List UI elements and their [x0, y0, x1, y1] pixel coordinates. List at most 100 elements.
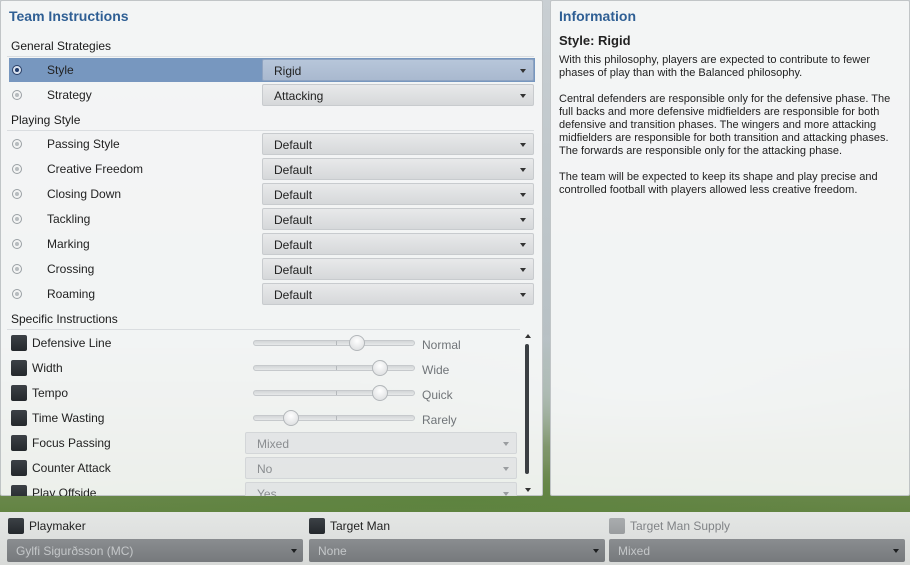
marking-dropdown[interactable]: Default — [262, 233, 534, 255]
strategy-row-style[interactable]: Style Rigid — [9, 58, 535, 82]
row-label: Closing Down — [47, 187, 122, 201]
radio-icon[interactable] — [12, 289, 22, 299]
radio-icon[interactable] — [12, 264, 22, 274]
time-wasting-slider[interactable] — [253, 410, 415, 426]
chevron-down-icon — [893, 549, 899, 553]
tackling-dropdown[interactable]: Default — [262, 208, 534, 230]
roaming-dropdown[interactable]: Default — [262, 283, 534, 305]
style-dropdown[interactable]: Rigid — [262, 59, 534, 81]
playing-style-heading: Playing Style — [11, 113, 81, 127]
slider-row-defensive-line: Defensive Line Normal — [9, 331, 517, 355]
scroll-up-icon[interactable] — [525, 334, 531, 338]
row-label: Tackling — [47, 212, 91, 226]
target-man-dropdown[interactable]: None — [309, 539, 605, 562]
slider-tick — [336, 341, 337, 345]
crossing-dropdown[interactable]: Default — [262, 258, 534, 280]
playing-style-row[interactable]: Passing Style Default — [9, 132, 535, 156]
scrollbar-thumb[interactable] — [525, 344, 529, 474]
slider-value: Normal — [422, 338, 461, 352]
playing-style-row[interactable]: Closing Down Default — [9, 182, 535, 206]
slider-handle[interactable] — [349, 335, 365, 351]
playing-style-row[interactable]: Roaming Default — [9, 282, 535, 306]
slider-value: Quick — [422, 388, 453, 402]
slider-value: Wide — [422, 363, 450, 377]
row-label: Creative Freedom — [47, 162, 144, 176]
checkbox[interactable] — [11, 435, 27, 451]
scrollbar[interactable] — [523, 332, 533, 494]
creative-freedom-dropdown[interactable]: Default — [262, 158, 534, 180]
playmaker-dropdown[interactable]: Gylfi Sigurðsson (MC) — [7, 539, 303, 562]
dropdown-value: Gylfi Sigurðsson (MC) — [16, 544, 134, 558]
radio-icon[interactable] — [12, 189, 22, 199]
general-strategies-heading: General Strategies — [11, 39, 112, 53]
dropdown-value: Mixed — [618, 544, 651, 558]
playing-style-row[interactable]: Crossing Default — [9, 257, 535, 281]
row-label: Time Wasting — [32, 411, 105, 425]
checkbox[interactable] — [8, 518, 24, 534]
slider-handle[interactable] — [372, 360, 388, 376]
row-label: Width — [32, 361, 63, 375]
playing-style-row[interactable]: Creative Freedom Default — [9, 157, 535, 181]
slider-tick — [336, 366, 337, 370]
strategy-dropdown[interactable]: Attacking — [262, 84, 534, 106]
player-roles-bar: Playmaker Gylfi Sigurðsson (MC) Target M… — [0, 512, 910, 565]
dropdown-value: Default — [274, 263, 313, 277]
radio-icon[interactable] — [12, 239, 22, 249]
row-label: Crossing — [47, 262, 95, 276]
radio-selected-icon[interactable] — [12, 65, 22, 75]
checkbox[interactable] — [11, 485, 27, 496]
dropdown-value: Default — [274, 288, 313, 302]
checkbox[interactable] — [11, 460, 27, 476]
row-label: Style — [47, 63, 74, 77]
slider-handle[interactable] — [283, 410, 299, 426]
scroll-down-icon[interactable] — [525, 488, 531, 492]
passing-style-dropdown[interactable]: Default — [262, 133, 534, 155]
chevron-down-icon — [503, 467, 509, 471]
slider-row-width: Width Wide — [9, 356, 517, 380]
row-label: Focus Passing — [32, 436, 111, 450]
slider-tick — [336, 416, 337, 420]
checkbox[interactable] — [11, 385, 27, 401]
playing-style-row[interactable]: Marking Default — [9, 232, 535, 256]
slider-value: Rarely — [422, 413, 457, 427]
checkbox[interactable] — [609, 518, 625, 534]
dropdown-value: Attacking — [274, 89, 324, 103]
playing-style-row[interactable]: Tackling Default — [9, 207, 535, 231]
width-slider[interactable] — [253, 360, 415, 376]
radio-icon[interactable] — [12, 214, 22, 224]
dropdown-value: Default — [274, 163, 313, 177]
slider-row-time-wasting: Time Wasting Rarely — [9, 406, 517, 430]
checkbox[interactable] — [11, 360, 27, 376]
dropdown-row-counter-attack: Counter Attack No — [9, 456, 517, 480]
dropdown-value: Mixed — [257, 437, 290, 451]
chevron-down-icon — [520, 69, 526, 73]
tempo-slider[interactable] — [253, 385, 415, 401]
target-man-supply-dropdown[interactable]: Mixed — [609, 539, 905, 562]
checkbox[interactable] — [309, 518, 325, 534]
specific-instructions-list[interactable]: Defensive Line Normal Width Wide Tempo Q — [1, 330, 544, 496]
row-label: Roaming — [47, 287, 96, 301]
slider-tick — [336, 391, 337, 395]
defensive-line-slider[interactable] — [253, 335, 415, 351]
slider-handle[interactable] — [372, 385, 388, 401]
chevron-down-icon — [520, 168, 526, 172]
information-title: Information — [559, 8, 636, 24]
chevron-down-icon — [503, 442, 509, 446]
specific-instructions-heading: Specific Instructions — [11, 312, 118, 326]
counter-attack-dropdown[interactable]: No — [245, 457, 517, 479]
focus-passing-dropdown[interactable]: Mixed — [245, 432, 517, 454]
play-offside-dropdown[interactable]: Yes — [245, 482, 517, 496]
radio-icon[interactable] — [12, 164, 22, 174]
slider-row-tempo: Tempo Quick — [9, 381, 517, 405]
checkbox[interactable] — [11, 335, 27, 351]
strategy-row-strategy[interactable]: Strategy Attacking — [9, 83, 535, 107]
information-body: With this philosophy, players are expect… — [559, 54, 901, 210]
info-paragraph: Central defenders are responsible only f… — [559, 93, 891, 157]
radio-icon[interactable] — [12, 90, 22, 100]
radio-icon[interactable] — [12, 139, 22, 149]
closing-down-dropdown[interactable]: Default — [262, 183, 534, 205]
chevron-down-icon — [520, 293, 526, 297]
target-man-supply-label: Target Man Supply — [630, 519, 731, 533]
checkbox[interactable] — [11, 410, 27, 426]
chevron-down-icon — [593, 549, 599, 553]
